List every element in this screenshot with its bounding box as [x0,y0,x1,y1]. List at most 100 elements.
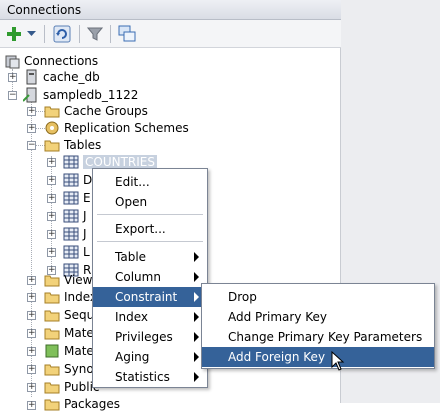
menu-item-open[interactable]: Open [93,192,207,212]
chevron-down-icon [26,31,36,36]
mouse-cursor-icon [331,351,345,371]
menu-item-table[interactable]: Table [93,247,207,267]
tree-node-indexes[interactable]: Index [44,288,97,306]
tree-node-tables[interactable]: Tables [44,136,101,154]
tree-label: Tables [64,138,102,152]
expand-toggle[interactable]: + [47,176,56,185]
table-icon [63,173,79,187]
expand-toggle[interactable]: + [27,401,36,410]
tree-label: Connections [24,54,99,68]
expand-toggle[interactable]: + [27,276,36,285]
schema-browser-button[interactable] [116,24,138,44]
menu-item-index[interactable]: Index [93,307,207,327]
menu-label: Privileges [115,330,173,344]
expand-toggle[interactable]: + [27,107,36,116]
tree-label: Replication Schemes [64,121,189,135]
add-connection-button[interactable] [4,24,24,44]
tree-label: sampledb_1122 [43,88,139,102]
tree-node-views[interactable]: Views [44,271,99,289]
menu-item-privileges[interactable]: Privileges [93,327,207,347]
folder-icon [44,292,60,304]
menu-item-column[interactable]: Column [93,267,207,287]
refresh-button[interactable] [51,24,73,44]
refresh-icon [53,25,71,43]
expand-toggle[interactable]: + [27,293,36,302]
tree-label: Mate [64,326,94,340]
folder-icon [44,275,60,287]
tree-label: Syno [64,362,94,376]
submenu-item-drop[interactable]: Drop [202,287,434,307]
table-icon [63,191,79,205]
panel-title: Connections [0,0,341,20]
menu-label: Edit... [115,175,150,189]
plus-icon [7,27,21,41]
tree-node-table-d[interactable]: D [63,171,92,189]
submenu-item-add-foreign-key[interactable]: Add Foreign Key [202,347,434,367]
menu-label: Table [115,250,147,264]
tree-label: J [83,209,87,223]
menu-label: Add Foreign Key [228,350,326,364]
menu-item-export[interactable]: Export... [93,219,207,239]
submenu-arrow-icon [194,372,199,382]
tree-node-table-j2[interactable]: J [63,225,87,243]
tree-node-table-e[interactable]: E [63,189,91,207]
folder-icon [44,328,60,340]
toolbar [0,20,341,48]
menu-item-aging[interactable]: Aging [93,347,207,367]
menu-item-statistics[interactable]: Statistics [93,367,207,387]
submenu-item-add-primary-key[interactable]: Add Primary Key [202,307,434,327]
tree-node-sequences[interactable]: Sequ [44,306,94,324]
expand-toggle[interactable]: + [47,230,56,239]
tree-node-cache-db[interactable]: cache_db [23,68,100,86]
menu-label: Statistics [115,370,170,384]
tree-label: Packages [64,397,120,411]
table-icon [63,245,79,259]
filter-button[interactable] [84,24,106,44]
menu-label: Change Primary Key Parameters [228,330,423,344]
tree-node-packages[interactable]: Packages [44,395,120,413]
folder-icon [44,310,60,322]
tree-node-table-j1[interactable]: J [63,207,87,225]
expand-toggle[interactable]: + [27,311,36,320]
materialized-view-log-icon [45,344,59,358]
filter-icon [87,27,103,41]
tree-node-table-l[interactable]: L [63,243,90,261]
tree-node-replication-schemes[interactable]: Replication Schemes [44,119,189,137]
tree-node-materialized-2[interactable]: Mate [44,342,94,360]
collapse-toggle[interactable]: − [8,91,17,100]
expand-toggle[interactable]: + [27,365,36,374]
expand-toggle[interactable]: + [47,194,56,203]
tree-label: D [83,173,93,187]
tree-label: COUNTRIES [83,155,157,169]
replication-icon [45,121,59,135]
menu-label: Index [115,310,149,324]
tree-label: cache_db [43,70,100,84]
folder-icon [44,382,60,394]
menu-item-edit[interactable]: Edit... [93,172,207,192]
expand-toggle[interactable]: + [47,158,56,167]
expand-toggle[interactable]: + [47,212,56,221]
menu-label: Constraint [115,290,178,304]
tree-label: Sequ [64,308,95,322]
expand-toggle[interactable]: + [8,73,17,82]
menu-item-constraint[interactable]: Constraint [93,287,207,307]
database-connected-icon [23,87,37,103]
menu-label: Drop [228,290,257,304]
expand-toggle[interactable]: + [27,124,36,133]
expand-toggle[interactable]: + [27,383,36,392]
submenu-arrow-icon [194,352,199,362]
tree-node-cache-groups[interactable]: Cache Groups [44,102,148,120]
tree-node-materialized-1[interactable]: Mate [44,324,94,342]
menu-separator [97,241,203,242]
collapse-toggle[interactable]: − [27,141,36,150]
submenu-item-change-primary-key[interactable]: Change Primary Key Parameters [202,327,434,347]
expand-toggle[interactable]: + [47,248,56,257]
expand-toggle[interactable]: + [27,329,36,338]
menu-label: Open [115,195,148,209]
tree-node-synonyms[interactable]: Syno [44,360,94,378]
table-icon [63,227,79,241]
expand-toggle[interactable]: + [27,347,36,356]
add-dropdown-button[interactable] [25,24,37,44]
submenu-arrow-icon [194,332,199,342]
folder-icon [44,399,60,411]
